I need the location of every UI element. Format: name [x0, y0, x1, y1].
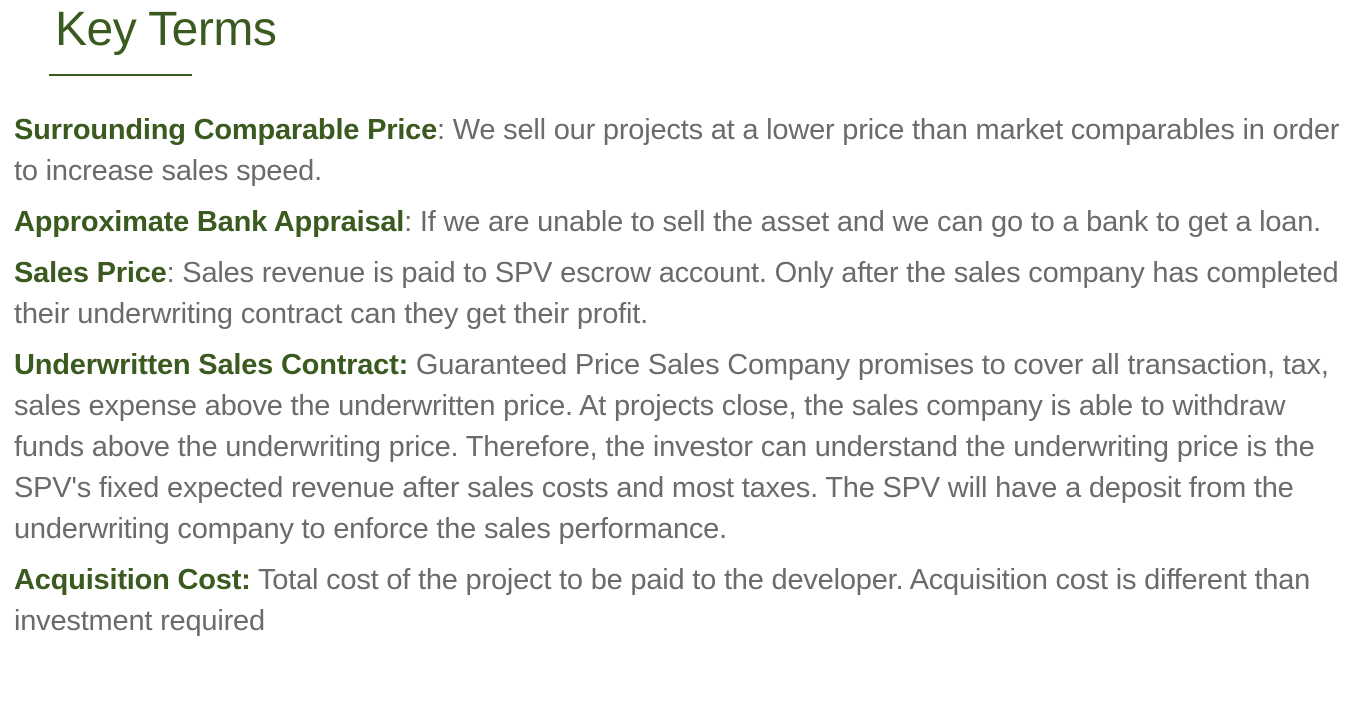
term-name: Underwritten Sales Contract:	[14, 349, 409, 381]
page-title: Key Terms	[55, 3, 277, 56]
title-underline	[49, 74, 192, 76]
key-terms-list: Surrounding Comparable Price: We sell ou…	[14, 110, 1344, 652]
term-name: Approximate Bank Appraisal	[14, 206, 405, 238]
term-separator: :	[437, 114, 445, 146]
term-sales-price: Sales Price: Sales revenue is paid to SP…	[14, 253, 1344, 335]
term-definition: Sales revenue is paid to SPV escrow acco…	[14, 257, 1339, 330]
term-name: Surrounding Comparable Price	[14, 114, 438, 146]
term-underwritten-sales-contract: Underwritten Sales Contract: Guaranteed …	[14, 345, 1344, 550]
term-name: Sales Price	[14, 257, 167, 289]
term-approximate-bank-appraisal: Approximate Bank Appraisal: If we are un…	[14, 202, 1344, 243]
term-separator: :	[404, 206, 413, 238]
term-definition: If we are unable to sell the asset and w…	[412, 206, 1322, 238]
term-name: Acquisition Cost:	[14, 564, 251, 596]
term-acquisition-cost: Acquisition Cost: Total cost of the proj…	[14, 560, 1344, 642]
term-surrounding-comparable-price: Surrounding Comparable Price: We sell ou…	[14, 110, 1344, 192]
